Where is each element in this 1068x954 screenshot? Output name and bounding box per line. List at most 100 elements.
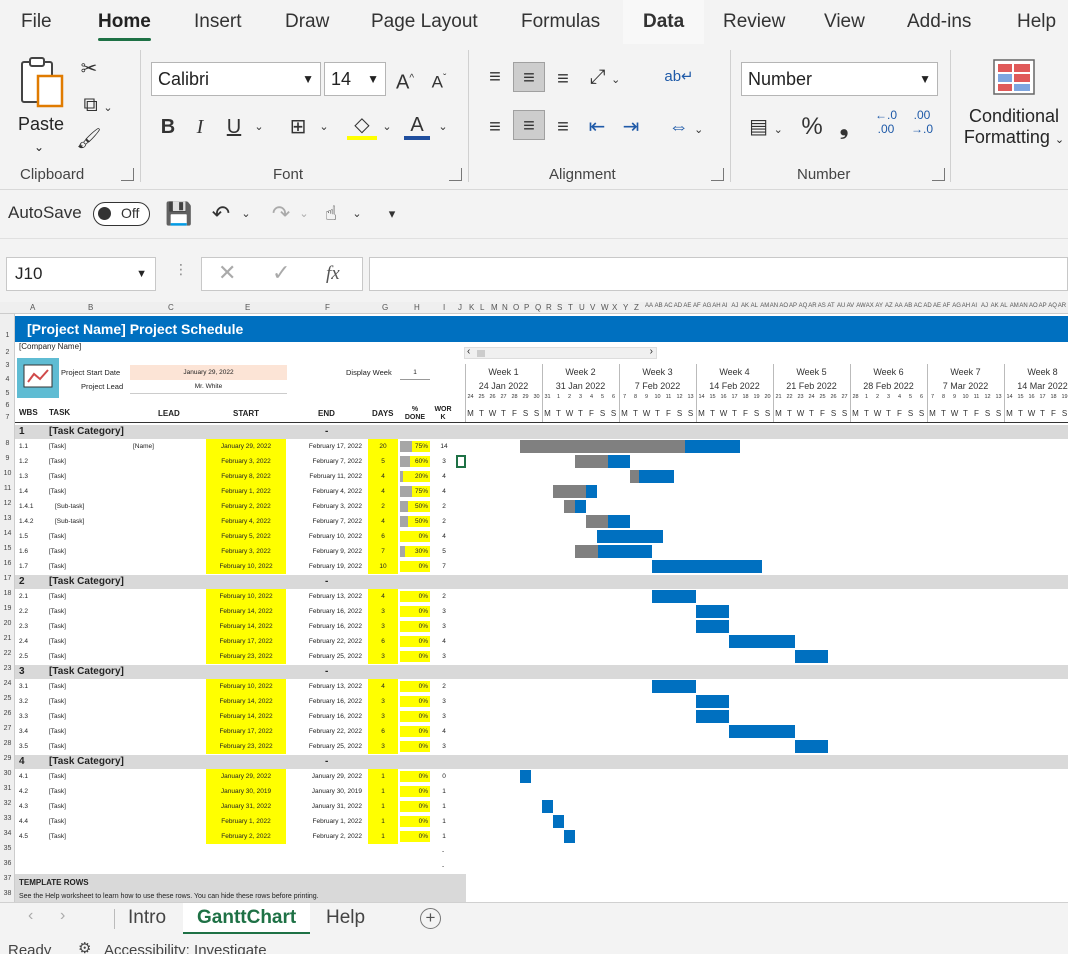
task-percent-done[interactable]: 50%: [400, 516, 430, 527]
task-work-days[interactable]: 5: [437, 544, 451, 559]
task-wbs[interactable]: 3.5: [19, 739, 28, 754]
category-row[interactable]: 2 [Task Category] -: [15, 575, 466, 589]
task-work-days[interactable]: 14: [437, 439, 451, 454]
task-work-days[interactable]: 3: [437, 739, 451, 754]
task-name[interactable]: [Sub-task]: [55, 514, 84, 529]
task-name[interactable]: [Task]: [49, 829, 66, 844]
row-header[interactable]: 16: [0, 556, 15, 571]
task-percent-done[interactable]: 0%: [400, 531, 430, 542]
column-header[interactable]: AI: [722, 303, 728, 309]
scroll-right-icon[interactable]: ›: [60, 907, 65, 925]
task-wbs[interactable]: 4.1: [19, 769, 28, 784]
task-wbs[interactable]: 2.3: [19, 619, 28, 634]
task-percent-done[interactable]: 0%: [400, 801, 430, 812]
column-header-k[interactable]: K: [469, 303, 474, 312]
row-header[interactable]: 20: [0, 616, 15, 631]
row-header[interactable]: 28: [0, 736, 15, 751]
task-percent-done[interactable]: 0%: [400, 591, 430, 602]
row-header[interactable]: 10: [0, 466, 15, 481]
task-name[interactable]: [Task]: [49, 679, 66, 694]
tab-home[interactable]: Home: [98, 0, 151, 44]
increase-decimal-button[interactable]: ←.0 .00: [868, 108, 904, 138]
formula-input[interactable]: [369, 257, 1068, 291]
column-header[interactable]: AL: [1000, 303, 1007, 309]
dialog-launcher-icon[interactable]: [121, 168, 134, 181]
chevron-down-icon[interactable]: ⌄: [436, 112, 450, 142]
task-end[interactable]: February 13, 2022: [290, 679, 362, 694]
task-wbs[interactable]: 2.2: [19, 604, 28, 619]
column-header-m[interactable]: M: [491, 303, 498, 312]
gantt-bar-remaining[interactable]: [639, 470, 674, 483]
enter-icon[interactable]: ✓: [272, 260, 290, 286]
merge-center-icon[interactable]: ⇔ ⌄: [660, 112, 712, 142]
task-start[interactable]: February 23, 2022: [206, 739, 286, 754]
gantt-bar-remaining[interactable]: [696, 605, 729, 618]
sheet-tab-ganttchart[interactable]: GanttChart: [183, 903, 311, 935]
task-work-days[interactable]: 3: [437, 649, 451, 664]
task-days[interactable]: 4: [368, 679, 398, 694]
task-start[interactable]: February 10, 2022: [206, 679, 286, 694]
row-header[interactable]: 30: [0, 766, 15, 781]
row-header[interactable]: 32: [0, 796, 15, 811]
worksheet-grid[interactable]: A B C E F G H I J K L M N O P Q R S T U V W X Y Z AA AB AC AD AE AF AG A…: [0, 302, 1068, 902]
task-end[interactable]: February 13, 2022: [290, 589, 362, 604]
task-work-days[interactable]: 1: [437, 799, 451, 814]
column-header-h[interactable]: H: [414, 303, 420, 312]
row-header[interactable]: 9: [0, 451, 15, 466]
task-end[interactable]: February 3, 2022: [290, 499, 362, 514]
task-name[interactable]: [Task]: [49, 469, 66, 484]
column-header[interactable]: AV: [847, 303, 855, 309]
gantt-bar-remaining[interactable]: [696, 620, 729, 633]
task-days[interactable]: 1: [368, 784, 398, 799]
task-start[interactable]: February 10, 2022: [206, 559, 286, 574]
column-header-v[interactable]: V: [590, 303, 595, 312]
task-work-days[interactable]: 2: [437, 679, 451, 694]
task-work-days[interactable]: 3: [437, 454, 451, 469]
category-row[interactable]: 1 [Task Category] -: [15, 425, 466, 439]
dialog-launcher-icon[interactable]: [449, 168, 462, 181]
task-start[interactable]: February 2, 2022: [206, 499, 286, 514]
task-work-days[interactable]: 3: [437, 709, 451, 724]
column-header[interactable]: AB: [904, 303, 912, 309]
gantt-bar-remaining[interactable]: [608, 455, 630, 468]
borders-icon[interactable]: ⊞: [284, 112, 312, 142]
gantt-bar-done[interactable]: [553, 485, 586, 498]
task-name[interactable]: [Task]: [49, 544, 66, 559]
task-days[interactable]: 1: [368, 769, 398, 784]
column-header-y[interactable]: Y: [623, 303, 628, 312]
dialog-launcher-icon[interactable]: [711, 168, 724, 181]
tab-help[interactable]: Help: [1017, 0, 1056, 44]
gantt-bar-remaining[interactable]: [795, 740, 828, 753]
task-end[interactable]: February 25, 2022: [290, 649, 362, 664]
task-start[interactable]: February 1, 2022: [206, 814, 286, 829]
task-name[interactable]: [Task]: [49, 634, 66, 649]
task-wbs[interactable]: 1.5: [19, 529, 28, 544]
task-percent-done[interactable]: 75%: [400, 441, 430, 452]
row-header[interactable]: 26: [0, 706, 15, 721]
gantt-bar-remaining[interactable]: [608, 515, 630, 528]
task-work-days[interactable]: 7: [437, 559, 451, 574]
task-end[interactable]: February 22, 2022: [290, 634, 362, 649]
paste-button[interactable]: Paste ⌄: [14, 54, 68, 164]
column-header[interactable]: AX: [866, 303, 874, 309]
task-wbs[interactable]: 1.4.2: [19, 514, 33, 529]
task-days[interactable]: 6: [368, 529, 398, 544]
column-header-r[interactable]: R: [546, 303, 552, 312]
task-wbs[interactable]: 4.4: [19, 814, 28, 829]
task-work-days[interactable]: 0: [437, 769, 451, 784]
align-top-icon[interactable]: ≡: [480, 62, 510, 92]
tab-add-ins[interactable]: Add-ins: [907, 0, 971, 44]
column-header[interactable]: AE: [933, 303, 941, 309]
touch-mode-icon[interactable]: ☝: [316, 199, 346, 229]
task-wbs[interactable]: 3.1: [19, 679, 28, 694]
row-header[interactable]: 12: [0, 496, 15, 511]
task-work-days[interactable]: 1: [437, 784, 451, 799]
column-header-p[interactable]: P: [524, 303, 529, 312]
tab-insert[interactable]: Insert: [194, 0, 242, 44]
task-end[interactable]: February 25, 2022: [290, 739, 362, 754]
column-header[interactable]: AS: [818, 303, 826, 309]
gantt-bar-remaining[interactable]: [685, 440, 740, 453]
row-header[interactable]: 27: [0, 721, 15, 736]
column-header[interactable]: AR: [808, 303, 816, 309]
task-end[interactable]: February 9, 2022: [290, 544, 362, 559]
